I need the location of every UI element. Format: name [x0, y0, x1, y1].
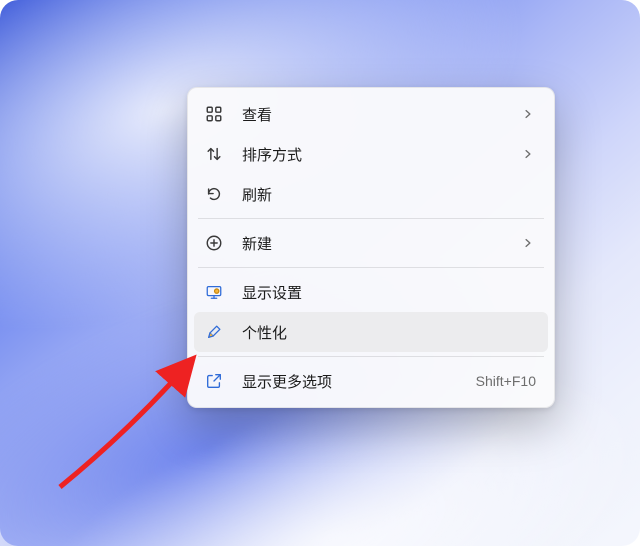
menu-separator	[198, 267, 544, 268]
plus-circle-icon	[204, 233, 224, 253]
menu-separator	[198, 218, 544, 219]
menu-item-new[interactable]: 新建	[194, 223, 548, 263]
desktop-context-menu: 查看 排序方式	[187, 87, 555, 408]
menu-item-label: 个性化	[242, 322, 536, 343]
menu-item-shortcut: Shift+F10	[476, 373, 536, 389]
chevron-right-icon	[520, 106, 536, 122]
menu-item-refresh[interactable]: 刷新	[194, 174, 548, 214]
menu-item-label: 排序方式	[242, 144, 520, 165]
menu-item-label: 查看	[242, 104, 520, 125]
menu-item-display-settings[interactable]: 显示设置	[194, 272, 548, 312]
refresh-icon	[204, 184, 224, 204]
sort-icon	[204, 144, 224, 164]
paintbrush-icon	[204, 322, 224, 342]
chevron-right-icon	[520, 235, 536, 251]
menu-item-sort[interactable]: 排序方式	[194, 134, 548, 174]
grid-icon	[204, 104, 224, 124]
menu-item-label: 显示更多选项	[242, 371, 476, 392]
open-window-icon	[204, 371, 224, 391]
menu-item-label: 新建	[242, 233, 520, 254]
chevron-right-icon	[520, 146, 536, 162]
display-settings-icon	[204, 282, 224, 302]
menu-item-label: 刷新	[242, 184, 536, 205]
menu-item-view[interactable]: 查看	[194, 94, 548, 134]
desktop-wallpaper: 查看 排序方式	[0, 0, 640, 546]
menu-item-label: 显示设置	[242, 282, 536, 303]
menu-item-more-options[interactable]: 显示更多选项 Shift+F10	[194, 361, 548, 401]
menu-item-personalize[interactable]: 个性化	[194, 312, 548, 352]
menu-separator	[198, 356, 544, 357]
